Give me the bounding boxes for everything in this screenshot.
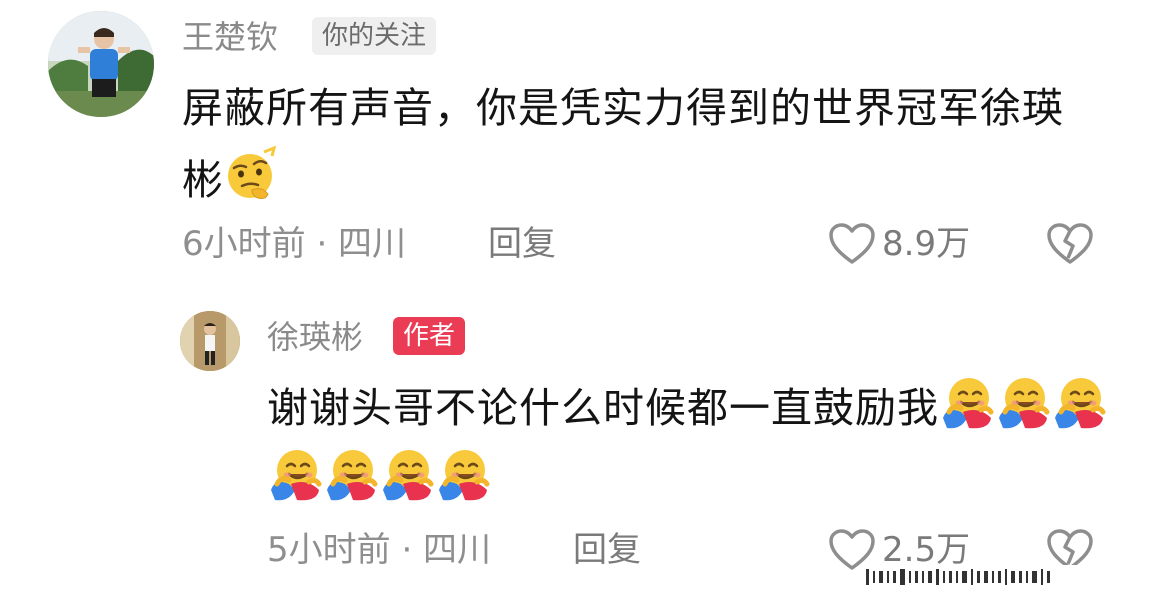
watermark-bar bbox=[1005, 569, 1007, 585]
watermark-bar bbox=[915, 571, 918, 583]
watermark-bar bbox=[971, 569, 973, 585]
reply-button[interactable]: 回复 bbox=[573, 528, 641, 572]
watermark-bar bbox=[992, 571, 994, 583]
watermark-bar bbox=[984, 571, 988, 583]
username[interactable]: 王楚钦 bbox=[182, 17, 278, 57]
heart-outline-icon bbox=[828, 222, 876, 266]
hugging-face-emoji bbox=[267, 446, 323, 502]
avatar[interactable] bbox=[48, 11, 154, 117]
like-button[interactable]: 8.9万 bbox=[828, 222, 970, 266]
watermark-bar bbox=[998, 571, 1001, 583]
avatar[interactable] bbox=[180, 311, 240, 371]
broken-heart-icon bbox=[1046, 222, 1094, 266]
watermark-bar bbox=[928, 571, 932, 583]
watermark-bar bbox=[873, 571, 875, 583]
watermark-bar bbox=[893, 571, 896, 583]
like-count: 8.9万 bbox=[882, 224, 971, 264]
watermark-bar bbox=[887, 571, 889, 583]
watermark-bar bbox=[1047, 571, 1050, 583]
watermark-bar bbox=[956, 571, 958, 583]
watermark-bar bbox=[866, 569, 869, 585]
watermark-bar bbox=[1041, 569, 1043, 585]
hugging-face-emoji bbox=[379, 446, 435, 502]
comment-time-location: 6小时前 · 四川 bbox=[182, 224, 407, 264]
avatar-photo bbox=[48, 11, 154, 117]
watermark-bar bbox=[962, 571, 967, 583]
comment-text: 谢谢头哥不论什么时候都一直鼓励我 bbox=[267, 372, 1127, 516]
hugging-face-emoji bbox=[995, 374, 1051, 430]
watermark-bar bbox=[1011, 571, 1015, 583]
watermark-bar bbox=[1032, 571, 1037, 583]
hugging-face-emoji bbox=[435, 446, 491, 502]
hugging-face-emoji bbox=[323, 446, 379, 502]
hugging-face-emoji bbox=[1051, 374, 1107, 430]
comment-text-content: 谢谢头哥不论什么时候都一直鼓励我 bbox=[267, 384, 939, 432]
avatar-photo bbox=[180, 311, 240, 371]
watermark-bar bbox=[936, 569, 939, 585]
watermark-bar bbox=[1026, 571, 1028, 583]
watermark-bar bbox=[977, 571, 980, 583]
username[interactable]: 徐瑛彬 bbox=[267, 317, 363, 357]
watermark-bar bbox=[900, 569, 905, 585]
thinking-smirk-emoji bbox=[224, 146, 280, 202]
reply-button[interactable]: 回复 bbox=[488, 222, 556, 266]
watermark-bar bbox=[922, 571, 924, 583]
dislike-button[interactable] bbox=[1046, 222, 1094, 266]
watermark-bar bbox=[943, 571, 945, 583]
comment-text-content: 屏蔽所有声音，你是凭实力得到的世界冠军徐瑛彬 bbox=[182, 84, 1064, 204]
comment-time-location: 5小时前 · 四川 bbox=[267, 530, 492, 570]
watermark-bar bbox=[879, 571, 883, 583]
hugging-face-emoji bbox=[939, 374, 995, 430]
watermark bbox=[860, 565, 1134, 589]
comment-text: 屏蔽所有声音，你是凭实力得到的世界冠军徐瑛彬 bbox=[182, 72, 1102, 216]
watermark-bar bbox=[909, 571, 911, 583]
watermark-bar bbox=[949, 571, 952, 583]
following-badge: 你的关注 bbox=[312, 17, 437, 55]
watermark-bar bbox=[1019, 571, 1022, 583]
author-badge: 作者 bbox=[393, 317, 466, 355]
